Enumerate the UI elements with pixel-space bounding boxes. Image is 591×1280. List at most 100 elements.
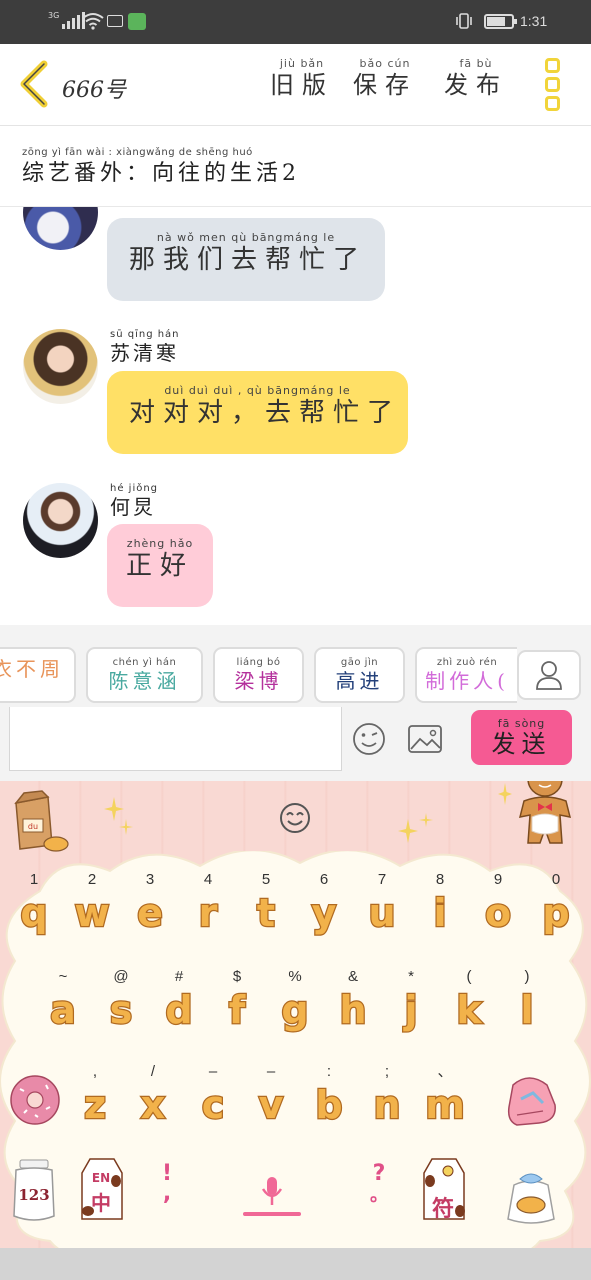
message-text: 正好 [125,551,194,581]
key-q[interactable]: 1q [7,870,61,960]
key-s[interactable]: @ s [94,967,148,1057]
sender-name: sū qīng hán 苏清寒 [110,329,180,365]
character-chip[interactable]: chén yì hán 陈意涵 [86,647,203,703]
avatar[interactable] [23,207,98,250]
story-title-bar: zōng yì fān wài : xiàngwǎng de shēng huó… [0,126,591,207]
save-label: 保存 [353,71,417,99]
sparkle-icon [498,783,512,805]
voice-input-key[interactable] [259,1175,285,1209]
key-r[interactable]: 4r [181,870,235,960]
wifi-icon [82,13,104,30]
keyboard: du 1q 2w 3e 4r 5 t 6 y 7 u 8 i 9 o 0 p ~… [0,781,591,1248]
key-e[interactable]: 3e [123,870,177,960]
message-bubble[interactable]: nà wǒ men qù bāngmáng le 那我们去帮忙了 [107,218,385,301]
old-version-button[interactable]: jiù bǎn 旧版 [270,58,334,100]
chip-label: 衣不周 [0,657,64,681]
save-button[interactable]: bǎo cún 保存 [353,58,417,100]
symbols-key-label: 符 [431,1197,454,1222]
publish-label: 发布 [444,71,508,99]
chip-pinyin: chén yì hán [112,657,177,668]
key-g[interactable]: % g [268,967,322,1057]
key-y[interactable]: 6y [297,870,351,960]
space-bar[interactable] [243,1212,301,1216]
publish-button[interactable]: fā bù 发布 [444,58,508,100]
message-text: 对对对，去帮忙了 [129,398,402,428]
sender-text: 何炅 [110,495,156,519]
language-key[interactable]: EN 中 [74,1157,128,1225]
key-p[interactable]: 0p [529,870,583,960]
key-d[interactable]: # d [152,967,206,1057]
period-key-symbol: ? [372,1161,386,1186]
image-icon[interactable] [407,723,443,755]
chip-pinyin: liáng bó [236,657,281,668]
keyboard-emoji-icon[interactable] [278,801,312,835]
gingerbread-sticker [518,781,572,844]
key-c[interactable]: – c [186,1062,240,1152]
key-u[interactable]: 7u [355,870,409,960]
sender-name: hé jiǒng 何炅 [110,483,158,519]
key-k[interactable]: (k [442,967,496,1057]
send-pinyin: fā sòng [497,717,546,730]
key-m[interactable]: 、 m [418,1062,472,1152]
sender-pinyin: hé jiǒng [110,483,159,494]
key-w[interactable]: 2w [65,870,119,960]
symbols-key[interactable]: 符 [416,1157,470,1225]
character-chip[interactable]: liáng bó 梁博 [213,647,304,703]
period-key-label: 。 [370,1185,388,1206]
avatar[interactable] [23,483,98,558]
status-bar: 3G 1:31 [0,0,591,44]
back-icon[interactable] [14,58,54,110]
sender-pinyin: sū qīng hán [110,329,180,340]
header: 666号 jiù bǎn 旧版 bǎo cún 保存 fā bù 发布 [0,44,591,126]
microphone-icon [261,1177,283,1205]
key-a[interactable]: ~ a [36,967,90,1057]
contacts-button[interactable] [517,650,581,700]
person-icon [536,661,562,690]
avatar[interactable] [23,329,98,404]
save-pinyin: bǎo cún [359,57,411,70]
key-z[interactable]: ,z [68,1062,122,1152]
comma-key[interactable]: ! , [150,1161,184,1221]
key-l[interactable]: ) l [500,967,554,1057]
sparkle-icon [398,813,433,843]
key-i[interactable]: 8i [413,870,467,960]
character-chip[interactable]: gāo jìn 高进 [314,647,405,703]
send-label: 发送 [491,730,552,758]
key-b[interactable]: :b [302,1062,356,1152]
publish-pinyin: fā bù [459,57,493,70]
more-menu-icon[interactable] [543,58,563,112]
numbers-key[interactable]: 123 [10,1158,58,1224]
key-j[interactable]: * j [384,967,438,1057]
character-chip[interactable]: 衣不周 [0,647,76,703]
cookie-bag-sticker[interactable] [500,1165,562,1227]
key-v[interactable]: – v [244,1062,298,1152]
numbers-key-label: 123 [18,1186,50,1204]
chip-pinyin: zhì zuò rén [436,657,498,668]
key-n[interactable]: ; n [360,1062,414,1152]
story-title: zōng yì fān wài : xiàngwǎng de shēng huó… [22,147,300,189]
signal-icon: 3G [48,11,86,29]
sparkle-icon [104,797,133,835]
chip-label: 陈意涵 [108,669,181,693]
message-pinyin: nà wǒ men qù bāngmáng le [156,231,336,244]
key-o[interactable]: 9o [471,870,525,960]
language-key-label: 中 [91,1191,111,1215]
donut-sticker [10,1075,60,1125]
key-x[interactable]: / x [126,1062,180,1152]
chip-label: 梁博 [234,669,283,693]
message-input[interactable] [9,707,342,771]
period-key[interactable]: ? 。 [362,1161,396,1221]
key-t[interactable]: 5t [239,870,293,960]
message-bubble[interactable]: zhèng hǎo 正好 [107,524,213,607]
emoji-icon[interactable] [352,722,386,756]
chat-area[interactable]: nà wǒ men qù bāngmáng le 那我们去帮忙了 sū qīng… [0,207,591,625]
bread-bag-sticker: du [14,790,69,852]
character-chip[interactable]: zhì zuò rén 制作人( [415,647,517,703]
story-title-text: 综艺番外：向往的生活2 [22,161,300,186]
battery-icon [484,14,517,29]
message-bubble[interactable]: duì duì duì , qù bāngmáng le 对对对，去帮忙了 [107,371,408,454]
key-f[interactable]: $ f [210,967,264,1057]
key-h[interactable]: & h [326,967,380,1057]
send-button[interactable]: fā sòng 发送 [471,710,572,765]
svg-text:du: du [28,822,38,831]
